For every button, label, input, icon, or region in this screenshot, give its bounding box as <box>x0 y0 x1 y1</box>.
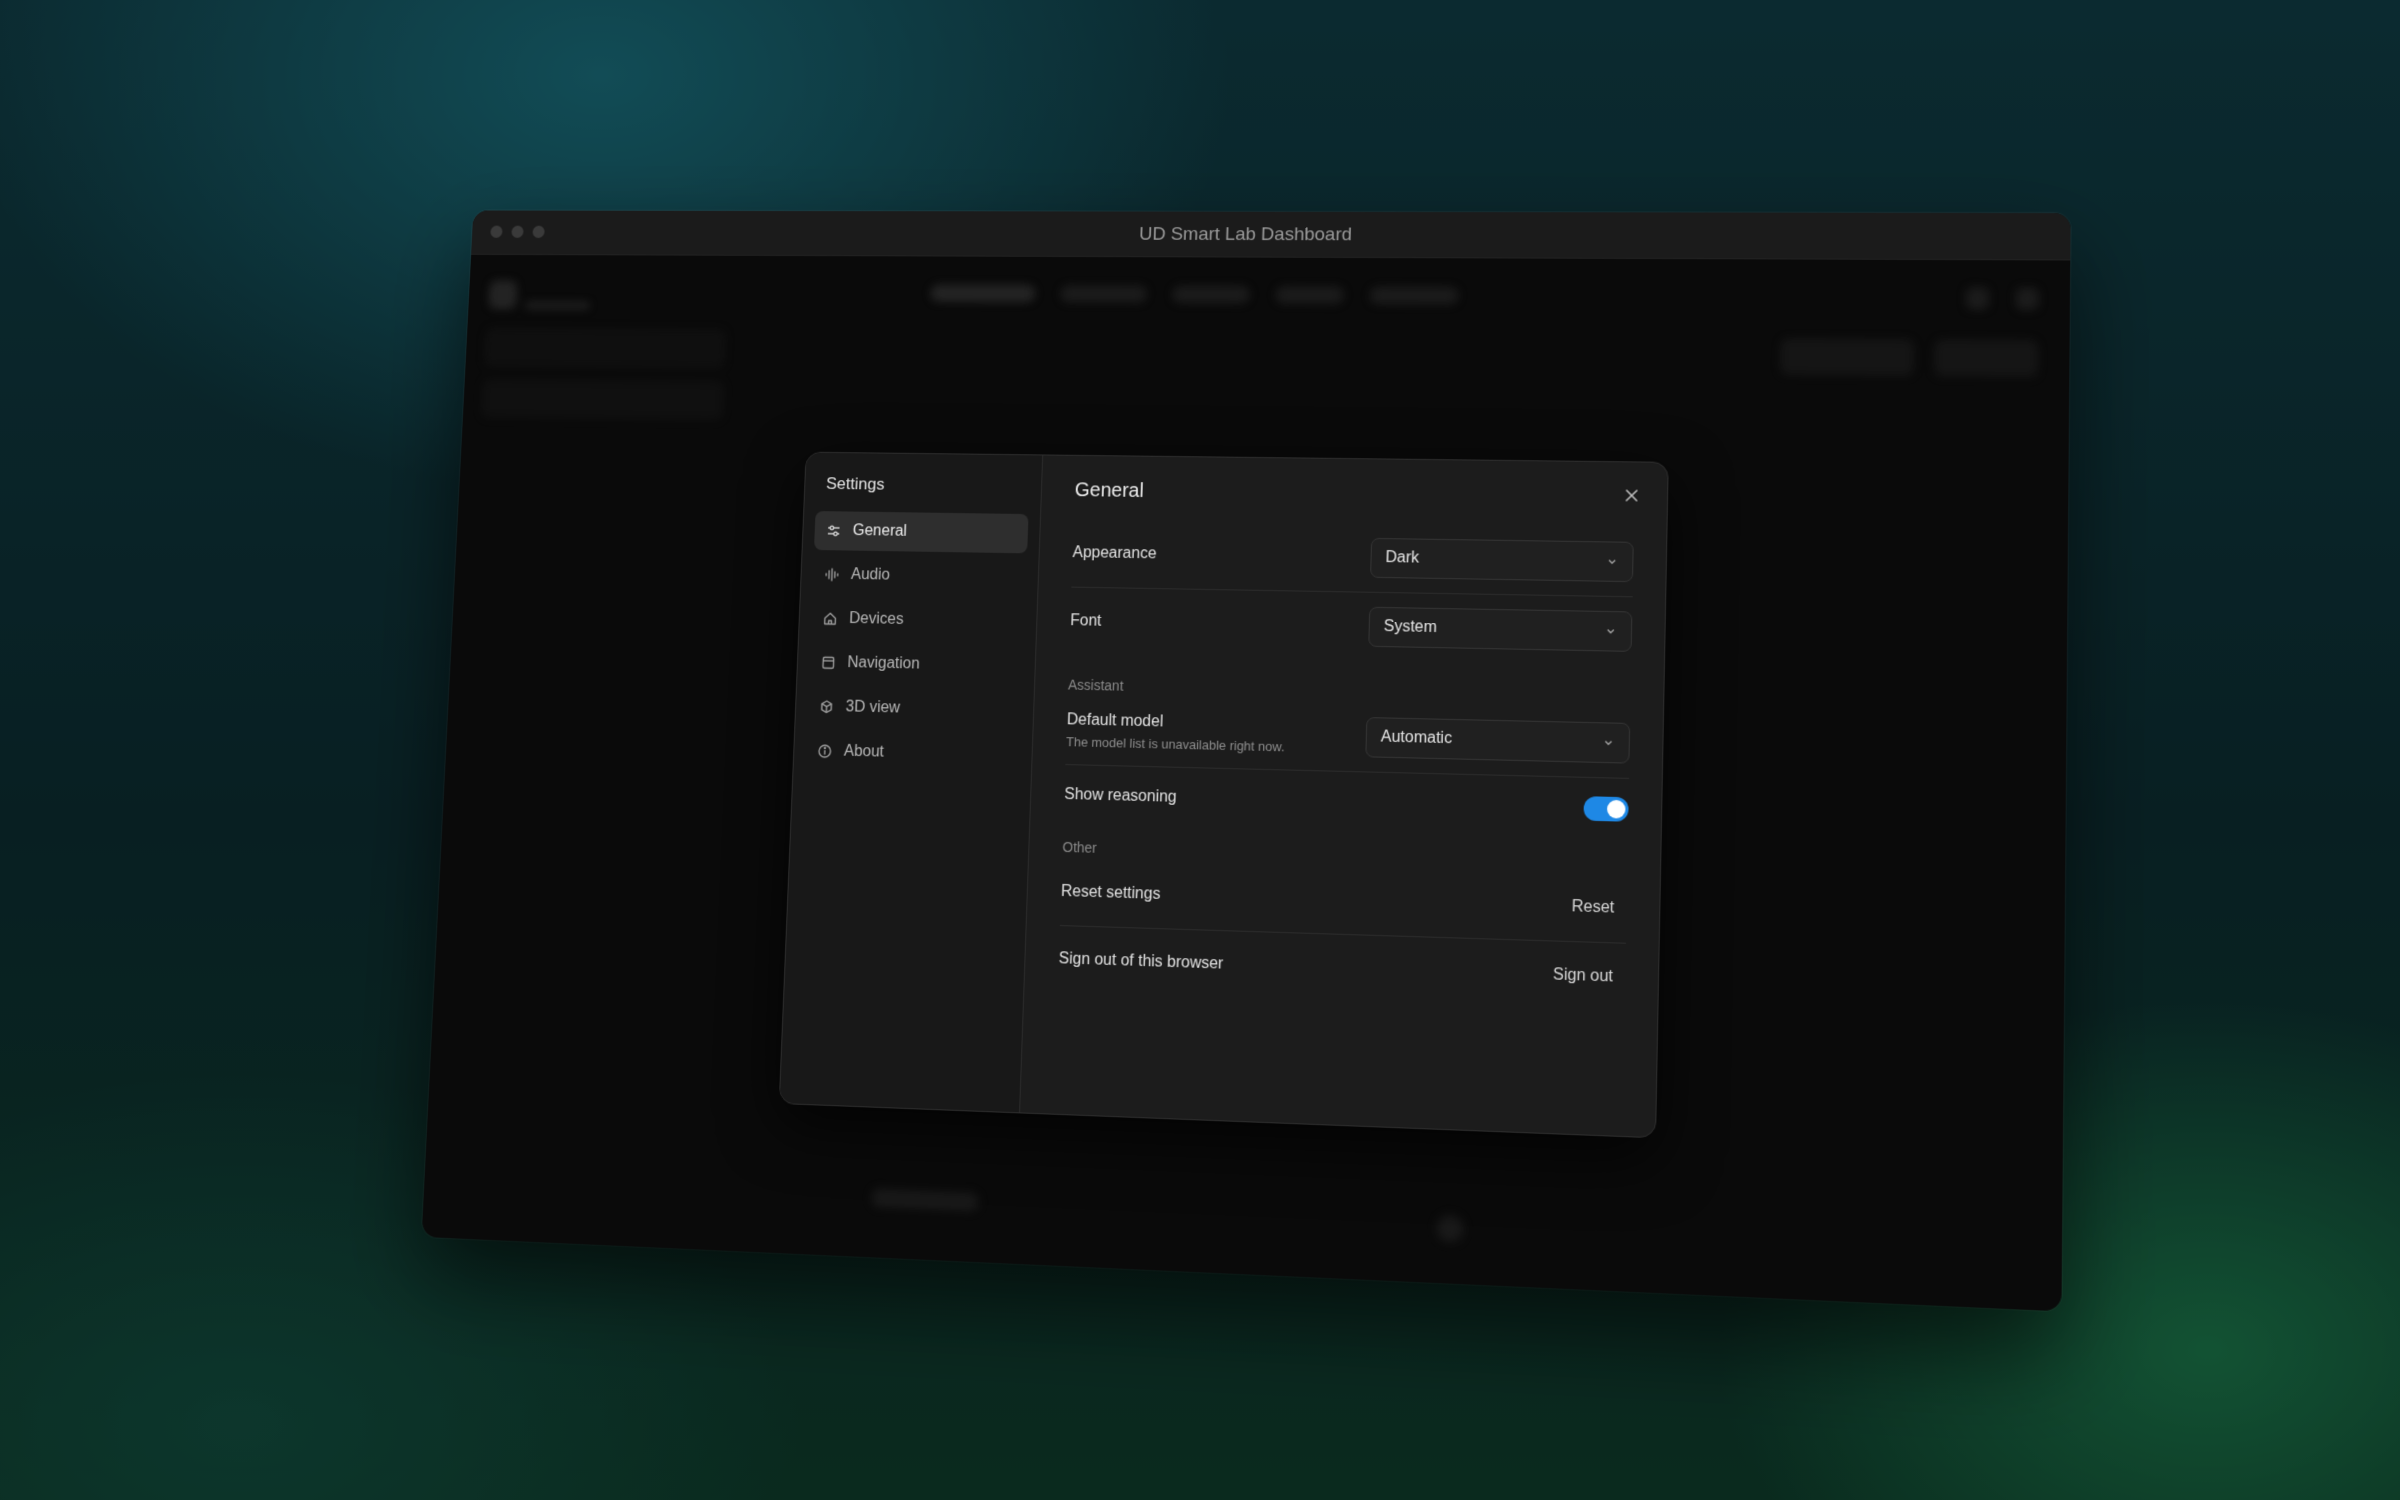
appearance-label: Appearance <box>1072 544 1157 563</box>
footer-placeholder <box>871 1188 979 1212</box>
header-button-placeholder <box>1780 338 1915 376</box>
appearance-select[interactable]: Dark <box>1370 537 1634 583</box>
show-reasoning-row: Show reasoning <box>1063 765 1629 840</box>
section-title: General <box>1074 479 1145 502</box>
default-model-label: Default model <box>1066 711 1164 731</box>
reset-button[interactable]: Reset <box>1559 891 1627 924</box>
font-value: System <box>1383 618 1438 637</box>
app-logo <box>488 280 518 310</box>
info-icon <box>817 743 833 759</box>
settings-dialog: Settings General Audio Devices Navigatio… <box>778 451 1669 1139</box>
header-button-placeholder <box>1934 339 2039 377</box>
chevron-down-icon <box>1602 737 1614 749</box>
default-model-hint: The model list is unavailable right now. <box>1065 734 1285 755</box>
font-row: Font System <box>1069 588 1633 666</box>
sidebar-item-general[interactable]: General <box>813 511 1029 554</box>
sidebar-item-about[interactable]: About <box>805 731 1021 776</box>
settings-sidebar: Settings General Audio Devices Navigatio… <box>779 452 1044 1113</box>
close-dialog-button[interactable] <box>1618 482 1645 508</box>
sign-out-button[interactable]: Sign out <box>1540 960 1625 994</box>
sidebar-item-label: General <box>852 522 908 540</box>
close-icon <box>1623 487 1640 503</box>
sidebar-item-label: Navigation <box>847 654 921 673</box>
default-model-value: Automatic <box>1380 728 1453 748</box>
sidebar-item-label: Audio <box>850 566 891 584</box>
chevron-down-icon <box>1604 625 1616 637</box>
sidebar-item-label: About <box>843 742 885 761</box>
show-reasoning-label: Show reasoning <box>1064 785 1177 806</box>
app-window: UD Smart Lab Dashboard Settings General <box>421 210 2071 1312</box>
font-label: Font <box>1070 612 1102 630</box>
panel-icon <box>820 655 836 671</box>
cube-rotate-icon <box>819 699 835 715</box>
sidebar-item-3d-view[interactable]: 3D view <box>807 687 1023 731</box>
top-nav-placeholder <box>930 284 1459 305</box>
sidebar-item-label: 3D view <box>845 698 901 717</box>
show-reasoning-toggle[interactable] <box>1583 796 1629 822</box>
sidebar-item-audio[interactable]: Audio <box>812 555 1027 598</box>
window-title: UD Smart Lab Dashboard <box>1138 224 1353 246</box>
sliders-icon <box>826 523 842 539</box>
appearance-value: Dark <box>1385 549 1420 567</box>
settings-title: Settings <box>825 474 885 494</box>
settings-content: General Appearance Dark Font System Assi… <box>1020 455 1668 1137</box>
desktop: UD Smart Lab Dashboard Settings General <box>0 0 2400 1500</box>
appearance-row: Appearance Dark <box>1071 519 1635 598</box>
sidebar-row-placeholder <box>481 379 725 420</box>
sidebar-item-label: Devices <box>848 610 904 628</box>
sign-out-label: Sign out of this browser <box>1058 950 1224 973</box>
waveform-icon <box>824 567 840 583</box>
sidebar-item-devices[interactable]: Devices <box>810 599 1025 642</box>
toggle-knob <box>1606 799 1626 819</box>
footer-icon-placeholder <box>1436 1214 1464 1243</box>
title-bar: UD Smart Lab Dashboard <box>471 210 2071 261</box>
default-model-select[interactable]: Automatic <box>1365 717 1631 764</box>
header-icons-placeholder <box>1966 287 2039 310</box>
font-select[interactable]: System <box>1368 606 1633 652</box>
home-icon <box>822 611 838 627</box>
sidebar-row-placeholder <box>483 327 727 368</box>
sidebar-item-navigation[interactable]: Navigation <box>809 643 1024 687</box>
chevron-down-icon <box>1606 555 1618 567</box>
brand-placeholder <box>525 301 591 310</box>
reset-settings-label: Reset settings <box>1060 882 1161 903</box>
